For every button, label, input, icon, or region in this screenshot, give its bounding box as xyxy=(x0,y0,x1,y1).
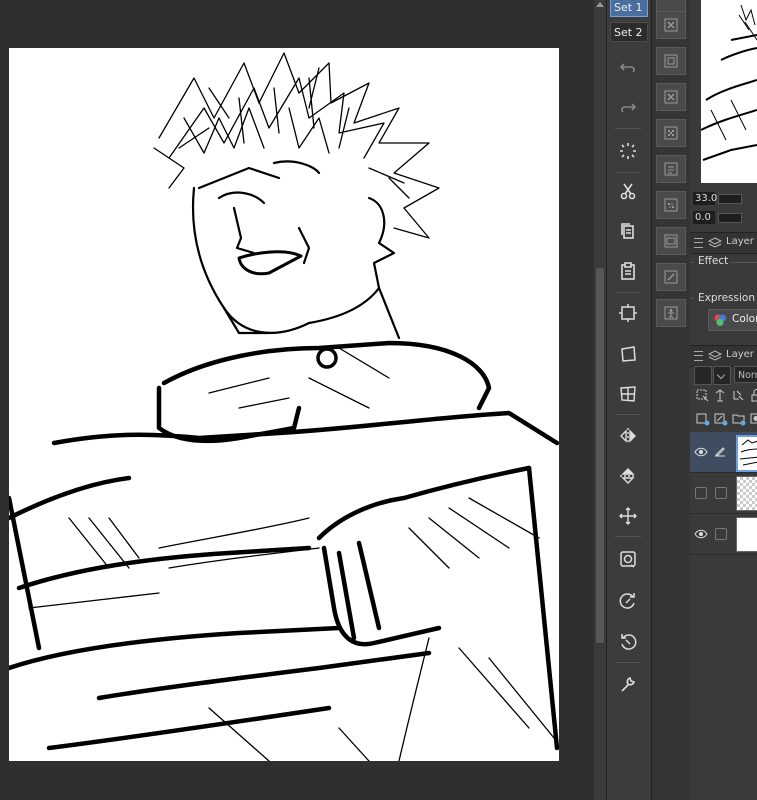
edit-toggle[interactable] xyxy=(715,487,727,499)
flip-vertical-icon[interactable] xyxy=(615,463,641,489)
layers-icon xyxy=(708,350,722,361)
command-separator xyxy=(615,536,641,537)
scroll-up-arrow-icon[interactable] xyxy=(596,2,604,7)
layer-thumbnail-paper xyxy=(736,517,757,552)
flip-horizontal-icon[interactable] xyxy=(615,423,641,449)
mesh-transform-icon[interactable] xyxy=(615,381,641,407)
sketch-artwork xyxy=(9,52,559,761)
reference-layer-icon[interactable] xyxy=(615,546,641,572)
checker-icon[interactable] xyxy=(656,119,686,147)
edit-icon[interactable] xyxy=(656,263,686,291)
panel-menu-icon[interactable] xyxy=(694,238,703,248)
draft-layer-icon[interactable] xyxy=(729,387,747,404)
hatching-strokes xyxy=(28,347,555,761)
loading-icon[interactable] xyxy=(615,138,641,164)
zoom-slider[interactable] xyxy=(718,194,742,204)
undo-icon[interactable] xyxy=(615,55,641,81)
layer-row-transparent[interactable] xyxy=(690,473,757,514)
navigator-preview[interactable] xyxy=(701,0,757,183)
edit-toggle[interactable] xyxy=(715,528,727,540)
group-icon[interactable] xyxy=(656,191,686,219)
command-separator xyxy=(615,414,641,415)
close-x-icon[interactable] xyxy=(656,11,686,39)
close-x-icon[interactable] xyxy=(656,83,686,111)
secondary-command-column xyxy=(651,0,691,800)
settings-wrench-icon[interactable] xyxy=(615,672,641,698)
face-strokes xyxy=(191,160,401,340)
canvas-workspace[interactable] xyxy=(0,0,594,800)
blend-dropdown-arrow[interactable] xyxy=(713,366,731,385)
transform-icon[interactable] xyxy=(615,300,641,326)
command-separator xyxy=(615,662,641,663)
section-rule xyxy=(690,298,694,299)
command-separator xyxy=(615,128,641,129)
layer-panel-title: Layer xyxy=(726,349,754,360)
layer-template-icon[interactable] xyxy=(656,47,686,75)
expression-color-label: Expression color xyxy=(698,292,757,304)
new-folder-icon[interactable] xyxy=(729,410,747,427)
eye-icon[interactable] xyxy=(694,446,708,458)
rotate-value-field[interactable]: 0.0 xyxy=(693,211,715,224)
eye-icon[interactable] xyxy=(694,528,708,540)
panel-menu-icon[interactable] xyxy=(694,351,703,361)
command-separator xyxy=(615,172,641,173)
command-bar: Set 1 Set 2 xyxy=(606,0,651,800)
copy-icon[interactable] xyxy=(615,218,641,244)
visibility-toggle[interactable] xyxy=(695,487,707,499)
clip-layer-icon[interactable] xyxy=(693,387,711,404)
frame-icon[interactable] xyxy=(656,227,686,255)
layer-property-title: Layer Property xyxy=(726,236,757,247)
section-rule xyxy=(730,262,757,263)
layer-property-header[interactable]: Layer Property xyxy=(690,232,757,254)
rotate-slider[interactable] xyxy=(718,213,742,223)
set-2-button[interactable]: Set 2 xyxy=(610,22,648,42)
effect-label: Effect xyxy=(698,255,729,267)
lock-icon[interactable] xyxy=(747,387,757,404)
command-separator xyxy=(615,292,641,293)
free-transform-icon[interactable] xyxy=(615,341,641,367)
color-dots-icon xyxy=(714,314,726,326)
blend-mode-select[interactable]: Normal xyxy=(734,366,757,383)
rotate-alt-icon[interactable] xyxy=(615,629,641,655)
zoom-value-field[interactable]: 33.0 xyxy=(693,192,717,205)
section-rule xyxy=(690,262,694,263)
set-1-button[interactable]: Set 1 xyxy=(610,0,648,17)
mask-icon[interactable] xyxy=(747,410,757,427)
color-button-label: Color xyxy=(732,313,757,325)
drawing-canvas[interactable] xyxy=(9,48,559,761)
layer-thumbnail-transparent xyxy=(736,476,757,511)
hair-strokes xyxy=(153,52,440,239)
reference-icon[interactable] xyxy=(711,387,729,404)
layer-thumbnail-sketch xyxy=(736,435,757,472)
right-panel-area: 33.0 0.0 Layer Property Effect Expressio… xyxy=(690,0,757,800)
redo-icon[interactable] xyxy=(615,95,641,121)
move-icon[interactable] xyxy=(615,503,641,529)
new-raster-layer-icon[interactable] xyxy=(693,410,711,427)
layer-property-icon[interactable] xyxy=(656,155,686,183)
figure-icon[interactable] xyxy=(656,299,686,327)
rotate-icon[interactable] xyxy=(615,588,641,614)
scrollbar-thumb[interactable] xyxy=(596,268,604,643)
canvas-vertical-scrollbar[interactable] xyxy=(594,0,606,800)
cut-icon[interactable] xyxy=(615,178,641,204)
new-vector-layer-icon[interactable] xyxy=(711,410,729,427)
layer-row-paper[interactable] xyxy=(690,514,757,555)
layer-panel-header[interactable]: Layer xyxy=(690,345,757,367)
layer-row-sketch[interactable] xyxy=(690,432,757,473)
layer-color-box[interactable] xyxy=(694,366,712,385)
color-button[interactable]: Color xyxy=(708,309,757,331)
layer-property-icon xyxy=(708,237,722,248)
paste-icon[interactable] xyxy=(615,258,641,284)
pen-edit-icon[interactable] xyxy=(714,445,726,457)
